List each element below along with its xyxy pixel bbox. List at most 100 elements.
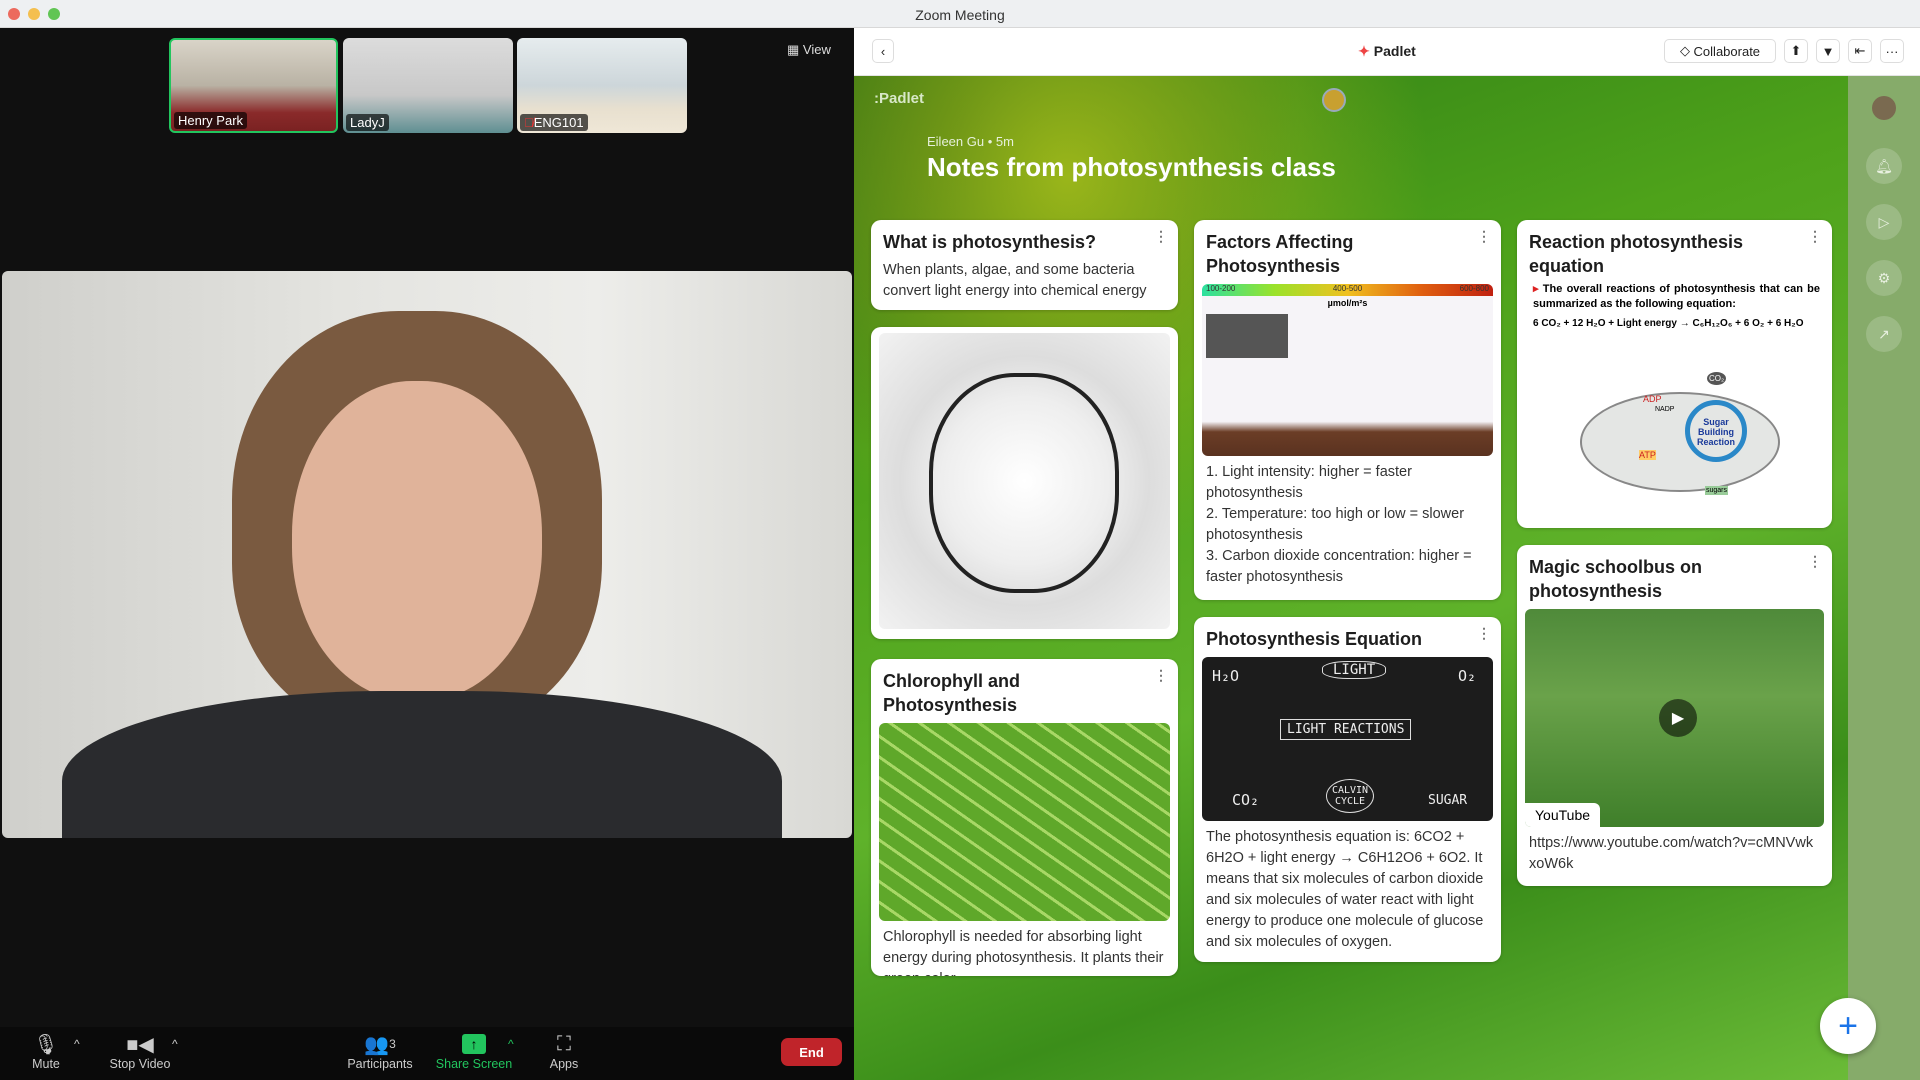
main-video xyxy=(2,271,852,838)
post-factors-affecting[interactable]: ⋮ Factors Affecting Photosynthesis 100-2… xyxy=(1194,220,1501,600)
user-avatar[interactable] xyxy=(1872,96,1896,120)
more-icon: ··· xyxy=(1885,43,1899,59)
play-icon[interactable]: ▶ xyxy=(1659,699,1697,737)
chalk-light: LIGHT xyxy=(1322,661,1387,679)
share-screen-button[interactable]: ↑ Share Screen xyxy=(432,1031,516,1071)
notifications-button[interactable]: 🔔︎ xyxy=(1866,148,1902,184)
share-icon: ↗ xyxy=(1878,325,1890,342)
equation-bullet: ▸ The overall reactions of photosynthesi… xyxy=(1533,283,1820,310)
post-title: Chlorophyll and Photosynthesis xyxy=(883,671,1020,715)
filter-button[interactable]: ▼ xyxy=(1816,39,1840,63)
post-menu-icon[interactable]: ⋮ xyxy=(1808,553,1822,570)
speaker-shirt xyxy=(62,691,782,838)
participant-tile-ladyj[interactable]: LadyJ xyxy=(343,38,513,133)
sugars-label: sugars xyxy=(1705,486,1729,495)
participant-tile-eng101[interactable]: 🎙̸ENG101 xyxy=(517,38,687,133)
participants-button[interactable]: 👥 3 Participants xyxy=(340,1031,420,1072)
post-title: What is photosynthesis? xyxy=(883,232,1097,252)
muted-mic-icon: 🎙̸ xyxy=(524,115,534,130)
post-chlorophyll[interactable]: ⋮ Chlorophyll and Photosynthesis Chlorop… xyxy=(871,659,1178,976)
post-menu-icon[interactable]: ⋮ xyxy=(1154,228,1168,245)
light-scale-bar: 100-200 400-500 600-800 xyxy=(1202,284,1493,296)
participant-name: 🎙̸ENG101 xyxy=(520,114,588,131)
sugar-cycle-label: Sugar Building Reaction xyxy=(1685,400,1747,462)
add-post-button[interactable]: + xyxy=(1820,998,1876,1054)
collaborate-button[interactable]: ◇ Collaborate xyxy=(1664,39,1776,63)
adp-label: ADP xyxy=(1643,394,1662,404)
scale-unit: µmol/m²s xyxy=(1327,298,1368,308)
zoom-meeting-panel: Henry Park LadyJ 🎙̸ENG101 ▦ View 🎙 Mute ^… xyxy=(0,28,854,1080)
chalk-sugar: SUGAR xyxy=(1428,793,1468,808)
share-arrow-icon: ↑ xyxy=(462,1034,486,1054)
audio-options-caret[interactable]: ^ xyxy=(74,1037,80,1051)
right-sidebar: 🔔︎ ▷ ⚙ ↗ xyxy=(1848,76,1920,1080)
window-titlebar: Zoom Meeting xyxy=(0,0,1920,28)
share-button[interactable]: ↗ xyxy=(1866,316,1902,352)
equation-text: 6 CO₂ + 12 H₂O + Light energy → C₆H₁₂O₆ … xyxy=(1533,318,1804,329)
board-title: Notes from photosynthesis class xyxy=(927,152,1336,182)
window-title: Zoom Meeting xyxy=(915,7,1005,23)
video-link[interactable]: https://www.youtube.com/watch?v=cMNVwkxo… xyxy=(1517,827,1832,875)
factor-line: 1. Light intensity: higher = faster phot… xyxy=(1206,464,1412,501)
post-body: The photosynthesis equation is: 6CO2 + 6… xyxy=(1206,829,1484,950)
post-title: Reaction photosynthesis equation xyxy=(1529,232,1744,276)
factor-line: 2. Temperature: too high or low = slower… xyxy=(1206,506,1465,543)
padlet-board-logo: :Padlet xyxy=(874,90,925,107)
view-button[interactable]: ▦ View xyxy=(787,42,831,58)
settings-button[interactable]: ⚙ xyxy=(1866,260,1902,296)
chloroplast-diagram-image: ▸ The overall reactions of photosynthesi… xyxy=(1525,282,1824,510)
upload-icon: ⬆ xyxy=(1790,43,1802,58)
post-body: When plants, algae, and some bacteria co… xyxy=(883,262,1147,299)
padlet-board: :Padlet Eileen Gu • 5m Notes from photos… xyxy=(854,76,1920,1080)
post-title: Factors Affecting Photosynthesis xyxy=(1206,232,1354,276)
participant-name: Henry Park xyxy=(174,112,248,129)
padlet-logo-icon: ✦ xyxy=(1358,43,1374,59)
co2-label: CO₂ xyxy=(1707,372,1727,385)
microphone-icon: 🎙 xyxy=(33,1033,59,1056)
post-photosynthesis-equation[interactable]: ⋮ Photosynthesis Equation LIGHT H₂O O₂ L… xyxy=(1194,617,1501,962)
participant-tile-henry-park[interactable]: Henry Park xyxy=(169,38,338,133)
video-options-caret[interactable]: ^ xyxy=(172,1037,178,1051)
chalkboard-image: LIGHT H₂O O₂ LIGHT REACTIONS CO₂ CALVIN … xyxy=(1202,657,1493,821)
post-menu-icon[interactable]: ⋮ xyxy=(1477,625,1491,642)
bell-icon: 🔔︎ xyxy=(1875,157,1893,174)
post-menu-icon[interactable]: ⋮ xyxy=(1154,667,1168,684)
factor-line: 3. Carbon dioxide concentration: higher … xyxy=(1206,548,1472,585)
post-what-is-photosynthesis[interactable]: ⋮ What is photosynthesis? When plants, a… xyxy=(871,220,1178,310)
video-camera-icon: ■◀ xyxy=(126,1033,154,1056)
slideshow-button[interactable]: ▷ xyxy=(1866,204,1902,240)
arrow-left-bar-icon: ⇤ xyxy=(1854,43,1866,58)
youtube-video-thumbnail[interactable]: ▶ YouTube xyxy=(1525,609,1824,827)
apps-button[interactable]: ⛶ Apps xyxy=(544,1031,584,1072)
viewer-avatar[interactable] xyxy=(1322,88,1346,112)
chloroplast-shape xyxy=(1580,392,1780,492)
doodle-outline xyxy=(929,373,1119,593)
post-title: Magic schoolbus on photosynthesis xyxy=(1529,557,1703,601)
post-title: Photosynthesis Equation xyxy=(1206,629,1423,649)
mute-button[interactable]: 🎙 Mute xyxy=(22,1031,70,1072)
post-menu-icon[interactable]: ⋮ xyxy=(1808,228,1822,245)
upload-button[interactable]: ⬆ xyxy=(1784,39,1808,63)
share-options-caret[interactable]: ^ xyxy=(508,1037,514,1051)
post-doodle-image[interactable] xyxy=(871,327,1178,639)
chalk-light-reactions: LIGHT REACTIONS xyxy=(1280,719,1412,740)
diamond-icon: ◇ xyxy=(1679,43,1694,58)
light-growth-chart-image: 100-200 400-500 600-800 µmol/m²s xyxy=(1202,284,1493,456)
end-meeting-button[interactable]: End xyxy=(781,1038,842,1066)
chalk-h2o: H₂O xyxy=(1212,667,1240,685)
grid-icon: ▦ xyxy=(787,42,803,57)
more-options-button[interactable]: ··· xyxy=(1880,39,1904,63)
post-reaction-equation[interactable]: ⋮ Reaction photosynthesis equation ▸ The… xyxy=(1517,220,1832,528)
collapse-button[interactable]: ⇤ xyxy=(1848,39,1872,63)
doodle-image xyxy=(879,333,1170,629)
apps-icon: ⛶ xyxy=(557,1032,571,1055)
filter-icon: ▼ xyxy=(1821,43,1835,59)
post-menu-icon[interactable]: ⋮ xyxy=(1477,228,1491,245)
meeting-toolbar: 🎙 Mute ^ ■◀ Stop Video ^ 👥 3 Participants ↑ S… xyxy=(0,1027,854,1080)
chalk-calvin-cycle: CALVIN CYCLE xyxy=(1326,779,1374,813)
chalk-co2: CO₂ xyxy=(1232,791,1260,809)
board-author: Eileen Gu • 5m xyxy=(927,134,1014,149)
plus-icon: + xyxy=(1838,1006,1858,1045)
stop-video-button[interactable]: ■◀ Stop Video xyxy=(100,1031,180,1072)
post-magic-schoolbus[interactable]: ⋮ Magic schoolbus on photosynthesis ▶ Yo… xyxy=(1517,545,1832,886)
